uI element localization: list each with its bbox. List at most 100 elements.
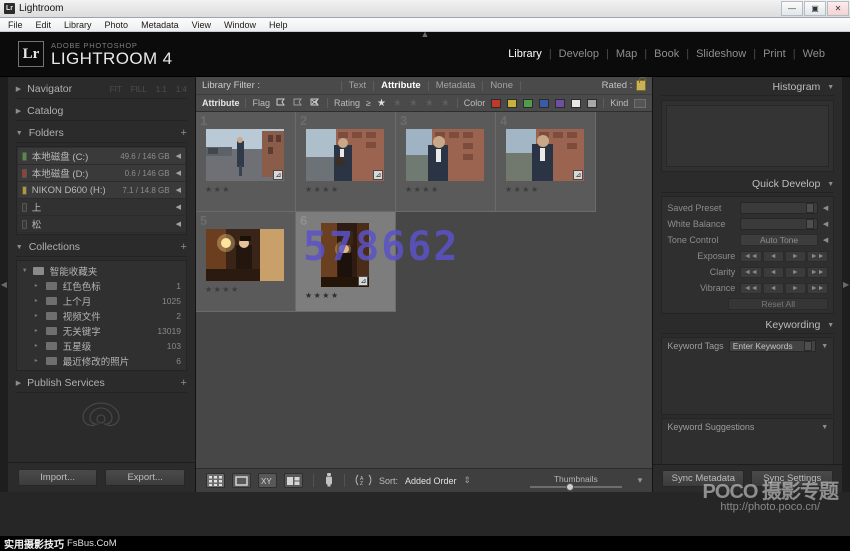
vibrance-plus[interactable]: ► bbox=[784, 282, 807, 294]
list-item[interactable]: ▸ 上个月 1025 bbox=[17, 293, 186, 308]
vibrance-minus[interactable]: ◄ bbox=[762, 282, 784, 294]
sort-value[interactable]: Added Order bbox=[405, 476, 457, 486]
add-publish-service-icon[interactable]: + bbox=[181, 377, 187, 389]
rating-stars[interactable]: ★★★★ bbox=[205, 285, 240, 294]
clarity-minus-big[interactable]: ◄◄ bbox=[740, 266, 762, 278]
list-item[interactable]: ▸ 最近修改的照片 6 bbox=[17, 353, 186, 368]
list-item[interactable]: ▸ 红色色标 1 bbox=[17, 278, 186, 293]
menu-item-view[interactable]: View bbox=[192, 20, 211, 30]
color-swatch-none[interactable] bbox=[571, 98, 582, 108]
rating-stars[interactable]: ★★★★ bbox=[405, 185, 440, 194]
zoom-fit[interactable]: FIT bbox=[110, 85, 122, 94]
maximize-button[interactable]: ▣ bbox=[804, 1, 826, 16]
folder-row[interactable]: 松 ◀ bbox=[17, 216, 185, 233]
rating-stars[interactable]: ★★★★ bbox=[305, 291, 340, 300]
rating-operator[interactable]: ≥ bbox=[366, 98, 371, 108]
survey-view-icon[interactable] bbox=[283, 473, 303, 488]
loupe-view-icon[interactable] bbox=[231, 473, 251, 488]
close-button[interactable]: ✕ bbox=[827, 1, 849, 16]
chevron-down-icon[interactable]: ▼ bbox=[821, 343, 828, 350]
chevron-left-icon[interactable]: ◀ bbox=[176, 169, 181, 177]
color-swatch-purple[interactable] bbox=[555, 98, 566, 108]
chevron-left-icon[interactable]: ◀ bbox=[176, 203, 181, 211]
color-swatch-green[interactable] bbox=[523, 98, 534, 108]
chevron-left-icon[interactable]: ◀ bbox=[823, 220, 828, 228]
photo-thumbnail[interactable]: ⊿ bbox=[306, 129, 385, 181]
color-swatch-red[interactable] bbox=[491, 98, 502, 108]
saved-preset-select[interactable] bbox=[740, 202, 818, 214]
grid-cell[interactable]: 5 ★★★★ bbox=[195, 212, 296, 312]
keyword-suggestions-grid[interactable] bbox=[662, 435, 833, 464]
flag-rejected-icon[interactable] bbox=[310, 98, 321, 108]
folder-row[interactable]: NIKON D600 (H:) 7.1 / 14.8 GB ◀ bbox=[17, 182, 185, 199]
filter-tab-none[interactable]: None bbox=[483, 80, 520, 91]
panel-navigator-header[interactable]: ▶ Navigator FIT FILL 1:1 1:4 bbox=[15, 80, 187, 99]
add-folder-icon[interactable]: + bbox=[181, 127, 187, 139]
exposure-plus[interactable]: ► bbox=[784, 250, 807, 262]
module-book[interactable]: Book bbox=[647, 48, 686, 60]
rating-star-5[interactable]: ★ bbox=[441, 98, 451, 109]
color-swatch-custom[interactable] bbox=[587, 98, 598, 108]
white-balance-select[interactable] bbox=[740, 218, 818, 230]
slider-knob[interactable] bbox=[565, 482, 574, 491]
keyword-input[interactable]: Enter Keywords bbox=[728, 340, 817, 352]
chevron-left-icon[interactable]: ◀ bbox=[176, 186, 181, 194]
list-item[interactable]: ▸ 无关键字 13019 bbox=[17, 323, 186, 338]
painter-spray-icon[interactable] bbox=[324, 472, 334, 489]
exposure-minus-big[interactable]: ◄◄ bbox=[740, 250, 762, 262]
rating-star-4[interactable]: ★ bbox=[425, 98, 435, 109]
photo-thumbnail[interactable]: ⊿ bbox=[206, 129, 285, 181]
photo-thumbnail[interactable] bbox=[406, 129, 485, 181]
menu-item-metadata[interactable]: Metadata bbox=[141, 20, 179, 30]
list-item[interactable]: ▸ 五星级 103 bbox=[17, 338, 186, 353]
menu-item-help[interactable]: Help bbox=[269, 20, 288, 30]
exposure-minus[interactable]: ◄ bbox=[762, 250, 784, 262]
clarity-plus[interactable]: ► bbox=[784, 266, 807, 278]
menu-item-edit[interactable]: Edit bbox=[36, 20, 52, 30]
keyword-suggestions-header[interactable]: Keyword Suggestions ▼ bbox=[662, 419, 833, 435]
grid-cell[interactable]: 2 ⊿ ★★★★ bbox=[295, 112, 396, 212]
rating-star-2[interactable]: ★ bbox=[393, 98, 403, 109]
photo-thumbnail[interactable]: ⊿ bbox=[321, 223, 370, 287]
exposure-stepper[interactable]: ◄◄ ◄ ► ►► bbox=[740, 250, 829, 262]
module-web[interactable]: Web bbox=[796, 48, 832, 60]
clarity-plus-big[interactable]: ►► bbox=[807, 266, 829, 278]
collection-group-row[interactable]: ▼ 智能收藏夹 bbox=[17, 263, 186, 278]
add-collection-icon[interactable]: + bbox=[181, 241, 187, 253]
panel-publish-services-header[interactable]: ▶ Publish Services + bbox=[15, 374, 187, 393]
chevron-left-icon[interactable]: ◀ bbox=[823, 204, 828, 212]
grid-view-icon[interactable] bbox=[205, 473, 225, 488]
panel-histogram-header[interactable]: Histogram ▼ bbox=[661, 79, 835, 96]
keyword-tags-area[interactable] bbox=[662, 354, 833, 414]
module-develop[interactable]: Develop bbox=[552, 48, 606, 60]
module-print[interactable]: Print bbox=[756, 48, 793, 60]
clarity-stepper[interactable]: ◄◄ ◄ ► ►► bbox=[740, 266, 829, 278]
filter-tab-text[interactable]: Text bbox=[342, 80, 373, 91]
menu-item-window[interactable]: Window bbox=[224, 20, 256, 30]
left-panel-collapse-tab[interactable]: ◀ bbox=[0, 77, 8, 492]
panel-folders-header[interactable]: ▼ Folders + bbox=[15, 124, 187, 143]
vibrance-minus-big[interactable]: ◄◄ bbox=[740, 282, 762, 294]
chevron-down-icon[interactable]: ▼ bbox=[821, 424, 828, 431]
menu-item-file[interactable]: File bbox=[8, 20, 23, 30]
rating-stars[interactable]: ★★★★ bbox=[305, 185, 340, 194]
panel-collections-header[interactable]: ▼ Collections + bbox=[15, 238, 187, 257]
flag-unflagged-icon[interactable] bbox=[293, 98, 304, 108]
menu-item-library[interactable]: Library bbox=[64, 20, 92, 30]
grid-cell[interactable]: 1 ⊿ ★★★ bbox=[195, 112, 296, 212]
folder-row[interactable]: 本地磁盘 (C:) 49.6 / 146 GB ◀ bbox=[17, 148, 185, 165]
module-slideshow[interactable]: Slideshow bbox=[689, 48, 753, 60]
right-panel-collapse-tab[interactable]: ▶ bbox=[842, 77, 850, 492]
identity-plate[interactable]: Lr ADOBE PHOTOSHOP LIGHTROOM 4 bbox=[18, 41, 173, 68]
chevron-left-icon[interactable]: ◀ bbox=[823, 236, 828, 244]
zoom-1-4[interactable]: 1:4 bbox=[176, 85, 187, 94]
toolbar-menu-chevron-icon[interactable]: ▾ bbox=[638, 475, 643, 486]
chevron-left-icon[interactable]: ◀ bbox=[176, 220, 181, 228]
panel-keywording-header[interactable]: Keywording ▼ bbox=[661, 317, 835, 334]
folder-row[interactable]: 上 ◀ bbox=[17, 199, 185, 216]
panel-quick-develop-header[interactable]: Quick Develop ▼ bbox=[661, 176, 835, 193]
thumbnail-size-slider[interactable]: Thumbnails bbox=[528, 474, 624, 491]
color-swatch-blue[interactable] bbox=[539, 98, 550, 108]
photo-thumbnail[interactable]: ⊿ bbox=[506, 129, 585, 181]
minimize-button[interactable]: — bbox=[781, 1, 803, 16]
